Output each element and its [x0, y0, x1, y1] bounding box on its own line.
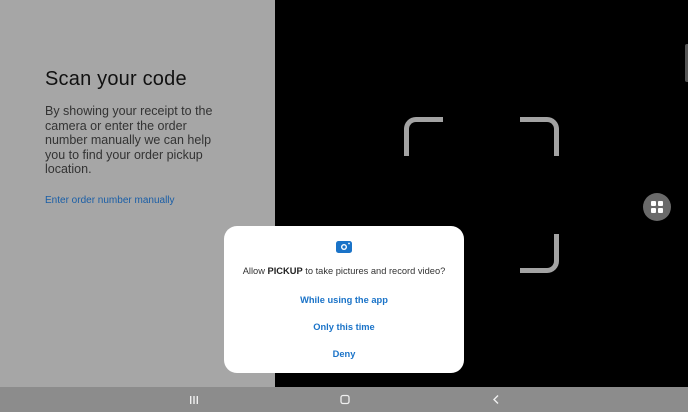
deny-button[interactable]: Deny — [224, 349, 464, 359]
recents-icon[interactable] — [186, 393, 202, 406]
app-name: PICKUP — [267, 266, 303, 276]
while-using-app-button[interactable]: While using the app — [224, 295, 464, 305]
grid-icon — [651, 201, 663, 213]
message-prefix: Allow — [242, 266, 268, 276]
scan-frame-corner-top-left — [404, 117, 443, 156]
scan-frame-corner-top-right — [520, 117, 559, 156]
back-icon[interactable] — [488, 393, 504, 406]
home-icon[interactable] — [337, 393, 353, 406]
grid-floating-button[interactable] — [643, 193, 671, 221]
camera-icon — [336, 241, 352, 253]
message-suffix: to take pictures and record video? — [302, 266, 446, 276]
description-text: By showing your receipt to the camera or… — [45, 104, 213, 176]
permission-message: Allow PICKUP to take pictures and record… — [224, 266, 464, 276]
enter-manually-link[interactable]: Enter order number manually — [45, 195, 175, 206]
system-navigation-bar — [0, 387, 688, 412]
scan-frame-corner-bottom-right — [520, 234, 559, 273]
only-this-time-button[interactable]: Only this time — [224, 322, 464, 332]
page-title: Scan your code — [45, 68, 187, 90]
camera-permission-dialog: Allow PICKUP to take pictures and record… — [224, 226, 464, 373]
